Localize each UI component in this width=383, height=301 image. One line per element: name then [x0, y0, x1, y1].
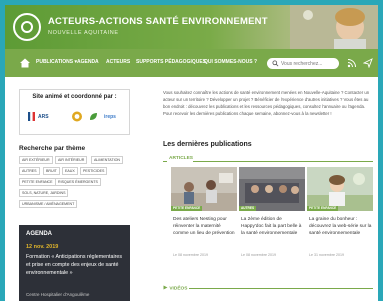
search-icon — [272, 60, 279, 67]
latest-publications-title: Les dernières publications — [163, 141, 252, 148]
intro-text: Vous souhaitez connaître les actions de … — [163, 90, 370, 116]
agenda-box: AGENDA 12 nov. 2019 Formation « Anticipa… — [19, 225, 130, 301]
hero-child-photo — [290, 5, 378, 49]
site-header: ACTEURS-ACTIONS SANTÉ ENVIRONNEMENT NOUV… — [5, 5, 378, 49]
home-icon[interactable] — [19, 57, 31, 69]
article-title[interactable]: La graine du bonheur : découvrez la web-… — [309, 217, 373, 237]
tag-chip[interactable]: AUTRES — [19, 167, 40, 175]
article-category-tag[interactable]: PETITE ENFANCE — [171, 206, 203, 211]
agenda-event-link[interactable]: Formation « Anticipations réglementaires… — [26, 253, 126, 277]
leaf-icon — [90, 113, 97, 120]
divider — [189, 288, 373, 289]
article-photo — [171, 167, 237, 211]
article-category-tag[interactable]: AUTRES — [239, 206, 257, 211]
article-image[interactable]: AUTRES — [239, 167, 305, 211]
tag-chip[interactable]: ALIMENTATION — [91, 156, 124, 164]
tag-chip[interactable]: AIR EXTÉRIEUR — [19, 156, 53, 164]
nav-supports-pedagogiques[interactable]: SUPPORTS PÉDAGOGIQUES — [136, 59, 206, 65]
partner-logo-ireps[interactable]: ireps — [104, 111, 116, 122]
partner-logo-ars[interactable]: ARS — [28, 111, 49, 122]
tags-title: Recherche par thème — [19, 145, 86, 152]
site-title[interactable]: ACTEURS-ACTIONS SANTÉ ENVIRONNEMENT — [48, 16, 268, 27]
play-icon — [163, 285, 168, 290]
tag-chip[interactable]: EAUX — [62, 167, 78, 175]
article-title[interactable]: Des ateliers Nesting pour réinventer la … — [173, 217, 237, 237]
tag-chip[interactable]: URBANISME / AMÉNAGEMENT — [19, 200, 78, 208]
article-date: Le 31 novembre 2019 — [309, 253, 344, 257]
article-photo — [239, 167, 305, 211]
partner-logo-leaf[interactable] — [88, 111, 99, 122]
main-nav: PUBLICATIONS ▾ AGENDA ACTEURS SUPPORTS P… — [5, 49, 378, 77]
divider — [163, 161, 167, 162]
search-input[interactable]: Vous recherchez... — [267, 58, 339, 69]
agenda-title: AGENDA — [26, 231, 53, 237]
videos-label[interactable]: VIDÉOS — [163, 285, 187, 292]
partners-title: Site animé et coordonné par : — [32, 94, 117, 100]
article-photo — [307, 167, 373, 211]
nav-agenda[interactable]: AGENDA — [77, 59, 99, 65]
site-subtitle: NOUVELLE AQUITAINE — [48, 30, 119, 36]
article-category-tag[interactable]: PETITE ENFANCE — [307, 206, 339, 211]
partners-box: Site animé et coordonné par : ARS ireps — [19, 89, 130, 135]
article-date: Le 08 novembre 2019 — [241, 253, 276, 257]
nav-acteurs[interactable]: ACTEURS — [106, 59, 130, 65]
search-placeholder: Vous recherchez... — [281, 60, 323, 67]
divider — [193, 161, 373, 162]
article-date: Le 08 novembre 2019 — [173, 253, 208, 257]
partner-logo-region[interactable] — [70, 111, 84, 122]
tag-chip[interactable]: PETITE ENFANCE — [19, 178, 56, 186]
tag-chip[interactable]: PESTICIDES — [80, 167, 108, 175]
agenda-location: Centre Hospitalier d'Angoulême — [26, 292, 90, 297]
send-icon[interactable] — [363, 58, 373, 68]
tag-chip[interactable]: BRUIT — [43, 167, 60, 175]
nav-publications[interactable]: PUBLICATIONS ▾ — [36, 59, 77, 65]
article-image[interactable]: PETITE ENFANCE — [171, 167, 237, 211]
article-title[interactable]: La 2ème édition de Happy'doc fait la par… — [241, 217, 305, 237]
site-logo-icon[interactable] — [13, 13, 41, 41]
articles-label[interactable]: ARTICLES — [169, 156, 193, 161]
rss-icon[interactable] — [347, 58, 357, 68]
tag-chip[interactable]: RISQUES ÉMERGENTS — [55, 178, 101, 186]
article-image[interactable]: PETITE ENFANCE — [307, 167, 373, 211]
region-logo-icon — [72, 111, 82, 122]
tag-chip[interactable]: SOLS, NATURE, JARDINS — [19, 189, 69, 197]
agenda-date: 12 nov. 2019 — [26, 244, 59, 250]
page-card: ACTEURS-ACTIONS SANTÉ ENVIRONNEMENT NOUV… — [5, 5, 378, 301]
nav-qui-sommes-nous[interactable]: QUI SOMMES-NOUS ? — [204, 59, 257, 65]
tag-chip[interactable]: AIR INTÉRIEUR — [55, 156, 88, 164]
flag-icon — [28, 112, 35, 121]
